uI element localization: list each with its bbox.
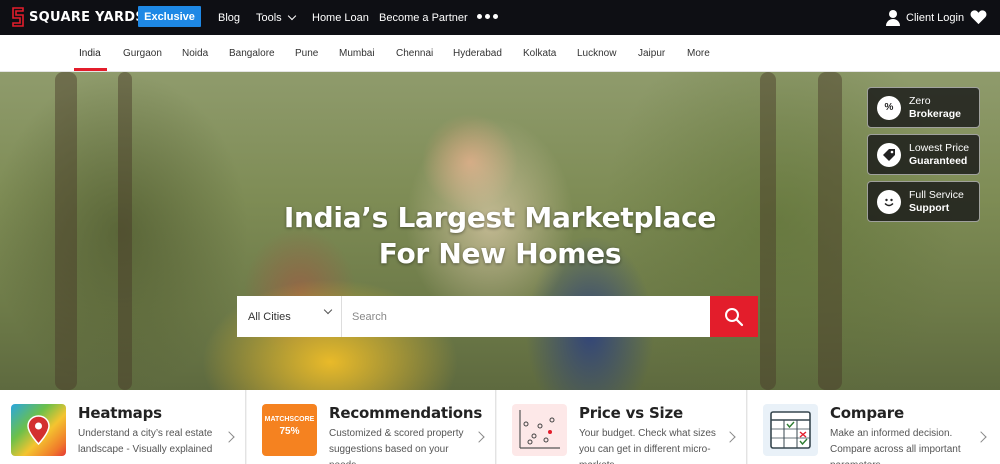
- nav-blog[interactable]: Blog: [218, 0, 240, 35]
- city-tab-kolkata[interactable]: Kolkata: [523, 35, 556, 71]
- smiley-icon: [877, 189, 901, 214]
- city-select-dropdown[interactable]: All Cities: [237, 296, 342, 337]
- user-icon: [886, 10, 900, 26]
- price-tag-icon: [877, 142, 901, 167]
- active-city-indicator: [74, 68, 107, 71]
- badge-line2: Guaranteed: [909, 154, 968, 167]
- city-tab-more[interactable]: More: [687, 35, 710, 71]
- hero-title: India’s Largest Marketplace For New Home…: [0, 200, 1000, 272]
- badge-lowest-price: Lowest Price Guaranteed: [867, 134, 980, 175]
- search-button[interactable]: [710, 296, 758, 337]
- feature-card-recommendations[interactable]: MATCHSCORE 75% Recommendations Customize…: [247, 390, 496, 464]
- percent-icon: %: [877, 95, 901, 120]
- hero-banner: India’s Largest Marketplace For New Home…: [0, 72, 1000, 390]
- feature-title: Price vs Size: [579, 404, 683, 422]
- compare-table-icon: [763, 404, 818, 456]
- city-tab-chennai[interactable]: Chennai: [396, 35, 433, 71]
- heart-icon[interactable]: [970, 9, 987, 25]
- feature-card-heatmaps[interactable]: Heatmaps Understand a city’s real estate…: [0, 390, 246, 464]
- city-tab-noida[interactable]: Noida: [182, 35, 208, 71]
- chevron-right-icon: [724, 431, 736, 443]
- logo-text: SQUARE YARDS: [29, 9, 146, 25]
- scatter-plot-icon: [512, 404, 567, 456]
- feature-card-price-vs-size[interactable]: Price vs Size Your budget. Check what si…: [497, 390, 747, 464]
- badge-line2: Brokerage: [909, 107, 961, 120]
- city-tab-bangalore[interactable]: Bangalore: [229, 35, 275, 71]
- badge-line1: Lowest Price: [909, 141, 970, 154]
- feature-desc: Make an informed decision. Compare acros…: [830, 428, 961, 464]
- top-navbar: SQUARE YARDS Exclusive Blog Tools Home L…: [0, 0, 1000, 35]
- hero-title-line2: For New Homes: [378, 237, 622, 270]
- feature-desc: Customized & scored property suggestions…: [329, 428, 464, 464]
- matchscore-value: 75%: [279, 426, 300, 437]
- city-select-value: All Cities: [248, 310, 291, 323]
- nav-tools[interactable]: Tools: [256, 0, 296, 35]
- heatmap-icon: [11, 404, 66, 456]
- badge-zero-brokerage: % Zero Brokerage: [867, 87, 980, 128]
- nav-home-loan[interactable]: Home Loan: [312, 0, 369, 35]
- feature-title: Heatmaps: [78, 404, 162, 422]
- city-tab-pune[interactable]: Pune: [295, 35, 318, 71]
- badge-line2: Support: [909, 201, 950, 214]
- search-bar: All Cities: [237, 296, 758, 337]
- feature-title: Recommendations: [329, 404, 483, 422]
- feature-desc: Understand a city’s real estate landscap…: [78, 428, 213, 455]
- client-login-label: Client Login: [906, 11, 965, 24]
- city-tab-mumbai[interactable]: Mumbai: [339, 35, 375, 71]
- city-tab-lucknow[interactable]: Lucknow: [577, 35, 616, 71]
- city-tab-jaipur[interactable]: Jaipur: [638, 35, 665, 71]
- city-tab-hyderabad[interactable]: Hyderabad: [453, 35, 502, 71]
- search-input[interactable]: [342, 296, 710, 337]
- city-navbar: India Gurgaon Noida Bangalore Pune Mumba…: [0, 35, 1000, 72]
- nav-tools-label: Tools: [256, 11, 282, 24]
- city-tab-gurgaon[interactable]: Gurgaon: [123, 35, 162, 71]
- city-tab-india[interactable]: India: [79, 35, 101, 71]
- search-icon: [725, 307, 744, 326]
- badge-line1: Zero: [909, 94, 931, 107]
- chevron-down-icon: [323, 305, 333, 315]
- badge-full-service: Full Service Support: [867, 181, 980, 222]
- matchscore-label: MATCHSCORE: [264, 416, 315, 423]
- badge-line1: Full Service: [909, 188, 964, 201]
- feature-card-compare[interactable]: Compare Make an informed decision. Compa…: [748, 390, 1000, 464]
- client-login-link[interactable]: Client Login: [886, 0, 964, 35]
- hero-title-line1: India’s Largest Marketplace: [283, 201, 717, 234]
- more-dots-icon[interactable]: [477, 14, 498, 19]
- chevron-down-icon: [287, 11, 296, 20]
- logo-mark-icon: [10, 6, 26, 28]
- feature-desc: Your budget. Check what sizes you can ge…: [579, 428, 716, 464]
- nav-become-partner[interactable]: Become a Partner: [379, 0, 468, 35]
- square-yards-logo[interactable]: SQUARE YARDS: [10, 4, 145, 30]
- feature-cards: Heatmaps Understand a city’s real estate…: [0, 390, 1000, 464]
- feature-title: Compare: [830, 404, 904, 422]
- exclusive-button[interactable]: Exclusive: [138, 6, 201, 27]
- matchscore-icon: MATCHSCORE 75%: [262, 404, 317, 456]
